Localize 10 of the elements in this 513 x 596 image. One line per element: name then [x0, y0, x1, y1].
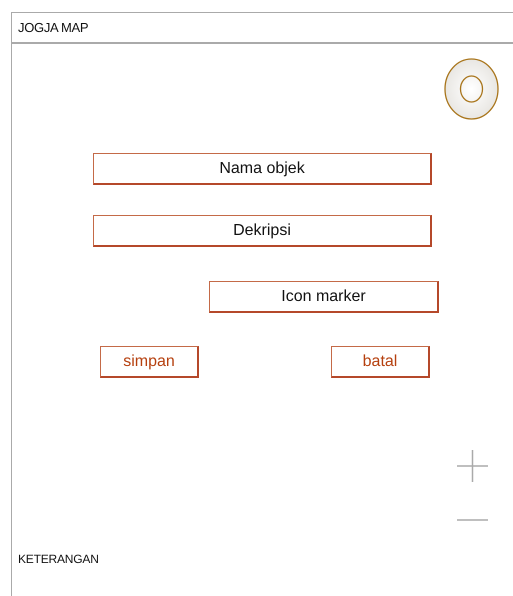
zoom-out-button[interactable] [457, 518, 488, 522]
cancel-button[interactable]: batal [331, 346, 430, 378]
input-field[interactable]: Nama objek [93, 153, 432, 185]
info-label: KETERANGAN [17, 551, 100, 568]
input-field[interactable]: Icon marker [209, 281, 439, 313]
app-title: JOGJA MAP [18, 18, 88, 37]
zoom-in-button[interactable] [457, 450, 488, 482]
location-icon[interactable] [444, 58, 499, 120]
input-field[interactable]: Dekripsi [93, 215, 432, 247]
save-button[interactable]: simpan [100, 346, 199, 378]
